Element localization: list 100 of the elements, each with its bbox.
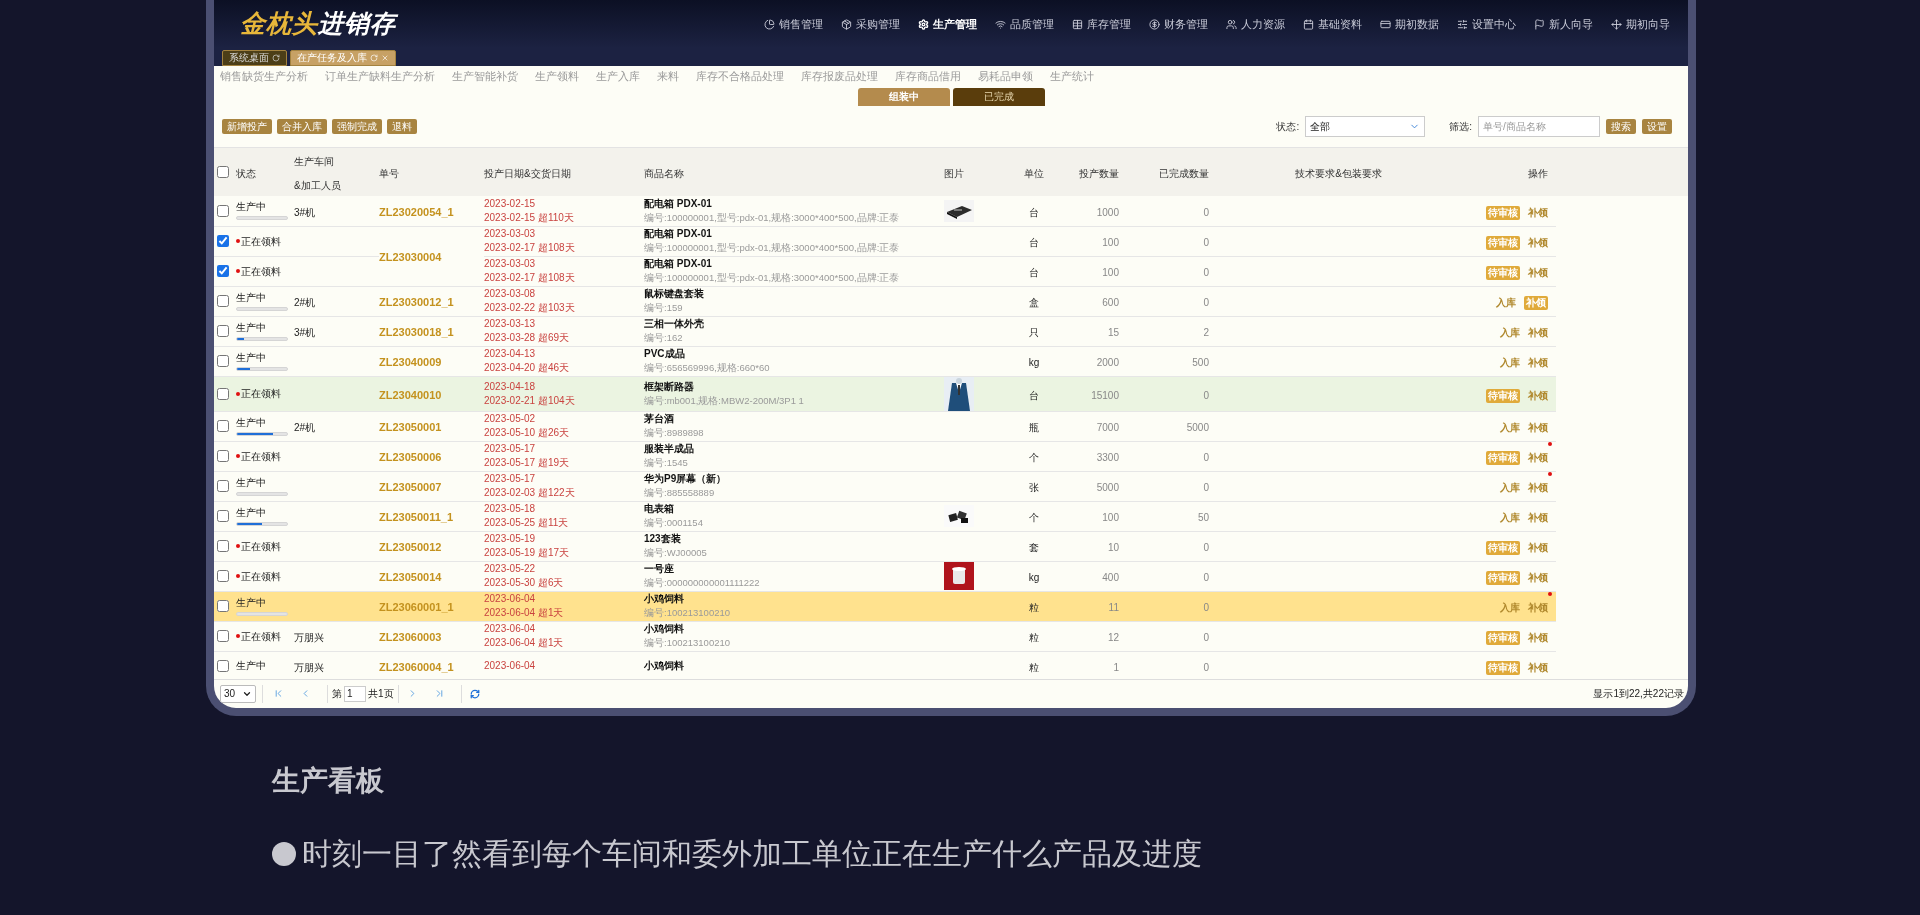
subnav-link[interactable]: 库存商品借用 xyxy=(895,68,961,85)
action-link[interactable]: 补领 xyxy=(1528,236,1548,251)
toolbar-button[interactable]: 合并入库 xyxy=(277,119,327,134)
nav-item[interactable]: 生产管理 xyxy=(933,15,977,33)
action-badge[interactable]: 待审核 xyxy=(1486,631,1520,646)
nav-item[interactable]: 人力资源 xyxy=(1241,15,1285,33)
action-badge[interactable]: 待审核 xyxy=(1486,205,1520,220)
nav-item[interactable]: 品质管理 xyxy=(1010,15,1054,33)
search-button[interactable]: 搜索 xyxy=(1606,119,1636,134)
subnav-link[interactable]: 库存报废品处理 xyxy=(801,68,878,85)
page-size-select[interactable]: 30 xyxy=(220,684,256,703)
action-badge[interactable]: 待审核 xyxy=(1486,571,1520,586)
order-link[interactable]: ZL23040009 xyxy=(379,356,442,369)
action-badge[interactable]: 补领 xyxy=(1524,296,1548,311)
action-badge[interactable]: 待审核 xyxy=(1486,541,1520,556)
action-link[interactable]: 入库 xyxy=(1500,356,1520,371)
refresh-icon[interactable] xyxy=(272,53,280,62)
nav-item[interactable]: 库存管理 xyxy=(1087,15,1131,33)
nav-item[interactable]: 期初向导 xyxy=(1626,15,1670,33)
order-link[interactable]: ZL23050011_1 xyxy=(379,511,453,524)
toolbar-button[interactable]: 强制完成 xyxy=(332,119,382,134)
action-link[interactable]: 补领 xyxy=(1528,326,1548,341)
subnav-link[interactable]: 生产入库 xyxy=(596,68,640,85)
action-link[interactable]: 入库 xyxy=(1500,421,1520,436)
segment-tab[interactable]: 已完成 xyxy=(952,87,1045,106)
action-link[interactable]: 补领 xyxy=(1528,661,1548,676)
action-link[interactable]: 补领 xyxy=(1528,205,1548,220)
subnav-link[interactable]: 生产智能补货 xyxy=(452,68,518,85)
row-checkbox[interactable] xyxy=(217,510,229,523)
action-link[interactable]: 入库 xyxy=(1500,601,1520,616)
action-badge[interactable]: 待审核 xyxy=(1486,236,1520,251)
order-link[interactable]: ZL23030004 xyxy=(379,251,442,264)
action-link[interactable]: 补领 xyxy=(1528,511,1548,526)
highlighted-row[interactable]: 生产中 ZL23060001_1 2023-06-04 2023-06-04 超1天 小鸡饲料 编号:100213100210 粒 11 0 入库 补领 xyxy=(214,591,1556,622)
action-link[interactable]: 补领 xyxy=(1528,266,1548,281)
action-link[interactable]: 补领 xyxy=(1528,601,1548,616)
order-link[interactable]: ZL23050014 xyxy=(379,571,442,584)
subnav-link[interactable]: 生产统计 xyxy=(1050,68,1094,85)
action-link[interactable]: 补领 xyxy=(1528,481,1548,496)
subnav-link[interactable]: 库存不合格品处理 xyxy=(696,68,784,85)
subnav-link[interactable]: 易耗品申领 xyxy=(978,68,1033,85)
order-link[interactable]: ZL23050012 xyxy=(379,541,442,554)
action-badge[interactable]: 待审核 xyxy=(1486,451,1520,466)
filter-field[interactable]: 单号/商品名称 xyxy=(1478,116,1600,137)
row-checkbox[interactable] xyxy=(217,387,229,400)
order-link[interactable]: ZL23020054_1 xyxy=(379,205,454,218)
row-checkbox[interactable] xyxy=(217,265,229,278)
row-checkbox[interactable] xyxy=(217,420,229,433)
refresh-icon[interactable] xyxy=(469,688,480,699)
order-link[interactable]: ZL23030012_1 xyxy=(379,296,454,309)
action-link[interactable]: 补领 xyxy=(1528,631,1548,646)
row-checkbox[interactable] xyxy=(217,600,229,613)
row-checkbox[interactable] xyxy=(217,355,229,368)
nav-item[interactable]: 新人向导 xyxy=(1549,15,1593,33)
action-link[interactable]: 补领 xyxy=(1528,571,1548,586)
order-link[interactable]: ZL23050007 xyxy=(379,481,442,494)
order-link[interactable]: ZL23040010 xyxy=(379,388,442,401)
action-link[interactable]: 补领 xyxy=(1528,541,1548,556)
action-link[interactable]: 入库 xyxy=(1500,481,1520,496)
action-link[interactable]: 入库 xyxy=(1500,326,1520,341)
action-badge[interactable]: 待审核 xyxy=(1486,661,1520,676)
page-field[interactable]: 1 xyxy=(344,685,366,702)
action-badge[interactable]: 待审核 xyxy=(1486,388,1520,403)
action-link[interactable]: 补领 xyxy=(1528,421,1548,436)
action-link[interactable]: 入库 xyxy=(1496,296,1516,311)
nav-item[interactable]: 财务管理 xyxy=(1164,15,1208,33)
order-link[interactable]: ZL23060001_1 xyxy=(379,601,454,614)
row-checkbox[interactable] xyxy=(217,235,229,248)
nav-item[interactable]: 设置中心 xyxy=(1472,15,1516,33)
subnav-link[interactable]: 订单生产缺料生产分析 xyxy=(325,68,435,85)
order-link[interactable]: ZL23060004_1 xyxy=(379,661,454,674)
subnav-link[interactable]: 销售缺货生产分析 xyxy=(220,68,308,85)
row-checkbox[interactable] xyxy=(217,540,229,553)
row-checkbox[interactable] xyxy=(217,570,229,583)
row-checkbox[interactable] xyxy=(217,660,229,673)
toolbar-button[interactable]: 新增投产 xyxy=(222,119,272,134)
action-link[interactable]: 补领 xyxy=(1528,356,1548,371)
nav-item[interactable]: 采购管理 xyxy=(856,15,900,33)
status-select[interactable]: 全部 xyxy=(1305,116,1426,137)
segment-tab[interactable]: 组装中 xyxy=(857,87,950,106)
row-checkbox[interactable] xyxy=(217,204,229,217)
nav-item[interactable]: 基础资料 xyxy=(1318,15,1362,33)
row-checkbox[interactable] xyxy=(217,630,229,643)
action-link[interactable]: 入库 xyxy=(1500,511,1520,526)
subnav-link[interactable]: 生产领料 xyxy=(535,68,579,85)
action-link[interactable]: 补领 xyxy=(1528,451,1548,466)
nav-item[interactable]: 销售管理 xyxy=(779,15,823,33)
tab[interactable]: 系统桌面 xyxy=(222,49,287,66)
highlighted-row[interactable]: 正在领料 ZL23040010 2023-04-18 2023-02-21 超104天 框架断路器 编号:mb001,规格:MBW2-200M/3P1 1 台 15100 0 待审核 补领 xyxy=(214,376,1556,412)
order-link[interactable]: ZL23030018_1 xyxy=(379,326,454,339)
order-link[interactable]: ZL23050006 xyxy=(379,451,442,464)
row-checkbox[interactable] xyxy=(217,325,229,338)
toolbar-button[interactable]: 退料 xyxy=(387,119,417,134)
order-link[interactable]: ZL23060003 xyxy=(379,631,442,644)
nav-item[interactable]: 期初数据 xyxy=(1395,15,1439,33)
row-checkbox[interactable] xyxy=(217,450,229,463)
settings-button[interactable]: 设置 xyxy=(1642,119,1672,134)
action-badge[interactable]: 待审核 xyxy=(1486,266,1520,281)
row-checkbox[interactable] xyxy=(217,480,229,493)
row-checkbox[interactable] xyxy=(217,295,229,308)
